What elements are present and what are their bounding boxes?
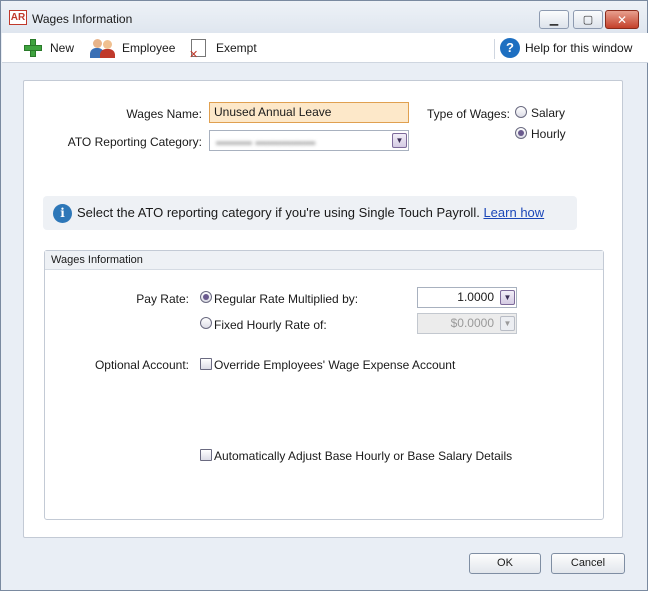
wages-information-group: Wages Information Pay Rate: Regular Rate… xyxy=(44,250,604,520)
title-bar: AR Wages Information ▁ ▢ ✕ xyxy=(1,1,647,33)
help-label: Help for this window xyxy=(525,41,633,55)
regular-rate-label: Regular Rate Multiplied by: xyxy=(214,292,359,306)
info-message-text: Select the ATO reporting category if you… xyxy=(77,205,480,220)
main-panel: Wages Name: Unused Annual Leave ATO Repo… xyxy=(23,80,623,538)
window-title: Wages Information xyxy=(32,12,133,26)
auto-adjust-label: Automatically Adjust Base Hourly or Base… xyxy=(214,449,513,463)
info-message: Select the ATO reporting category if you… xyxy=(77,205,544,220)
chevron-down-icon: ▼ xyxy=(503,293,512,302)
info-banner: i Select the ATO reporting category if y… xyxy=(43,196,577,230)
toolbar-divider xyxy=(494,39,495,59)
optional-account-label: Optional Account: xyxy=(94,358,189,372)
learn-how-link[interactable]: Learn how xyxy=(483,205,544,220)
cancel-button[interactable]: Cancel xyxy=(551,553,625,574)
group-heading: Wages Information xyxy=(45,251,603,270)
ato-category-label: ATO Reporting Category: xyxy=(67,135,202,149)
wages-name-input[interactable]: Unused Annual Leave xyxy=(209,102,409,123)
hourly-radio[interactable] xyxy=(515,127,527,139)
plus-icon xyxy=(22,38,44,58)
employee-icon xyxy=(90,38,116,58)
minimize-icon: ▁ xyxy=(549,14,559,26)
fixed-rate-dropdown-button: ▼ xyxy=(500,316,515,331)
exempt-icon: ✕ xyxy=(188,38,210,61)
regular-rate-radio[interactable] xyxy=(200,291,212,303)
app-logo-icon: AR xyxy=(9,10,27,25)
new-label: New xyxy=(50,41,75,55)
new-button[interactable]: New xyxy=(22,36,74,60)
toolbar: New Employee ✕ Exempt ? Help for this wi… xyxy=(2,33,648,63)
hourly-label: Hourly xyxy=(531,127,566,141)
wages-information-window: AR Wages Information ▁ ▢ ✕ New Employee xyxy=(0,0,648,591)
employee-label: Employee xyxy=(122,41,176,55)
chevron-down-icon: ▼ xyxy=(503,319,512,328)
exempt-button[interactable]: ✕ Exempt xyxy=(188,36,257,61)
ok-button[interactable]: OK xyxy=(469,553,541,574)
minimize-button[interactable]: ▁ xyxy=(539,10,569,29)
help-icon: ? xyxy=(500,38,520,58)
maximize-icon: ▢ xyxy=(582,14,594,26)
salary-label: Salary xyxy=(531,106,566,120)
ato-category-dropdown-button[interactable]: ▼ xyxy=(392,133,407,148)
regular-rate-dropdown-button[interactable]: ▼ xyxy=(500,290,515,305)
maximize-button[interactable]: ▢ xyxy=(573,10,603,29)
wages-name-label: Wages Name: xyxy=(126,107,202,121)
close-button[interactable]: ✕ xyxy=(605,10,639,29)
pay-rate-label: Pay Rate: xyxy=(136,292,189,306)
close-icon: ✕ xyxy=(616,12,628,27)
override-account-label: Override Employees' Wage Expense Account xyxy=(214,358,456,372)
type-of-wages-label: Type of Wages: xyxy=(427,107,510,121)
info-icon: i xyxy=(53,204,72,223)
salary-radio[interactable] xyxy=(515,106,527,118)
fixed-rate-radio[interactable] xyxy=(200,317,212,329)
chevron-down-icon: ▼ xyxy=(395,136,404,145)
help-button[interactable]: ? Help for this window xyxy=(500,36,632,60)
ato-category-select[interactable]: ▬▬▬ ▬▬▬▬▬ xyxy=(209,130,409,151)
exempt-label: Exempt xyxy=(216,41,257,55)
ato-category-redacted: ▬▬▬ ▬▬▬▬▬ xyxy=(216,134,316,148)
employee-button[interactable]: Employee xyxy=(90,36,175,60)
override-account-checkbox[interactable] xyxy=(200,358,212,370)
fixed-rate-label: Fixed Hourly Rate of: xyxy=(214,318,327,332)
auto-adjust-checkbox[interactable] xyxy=(200,449,212,461)
